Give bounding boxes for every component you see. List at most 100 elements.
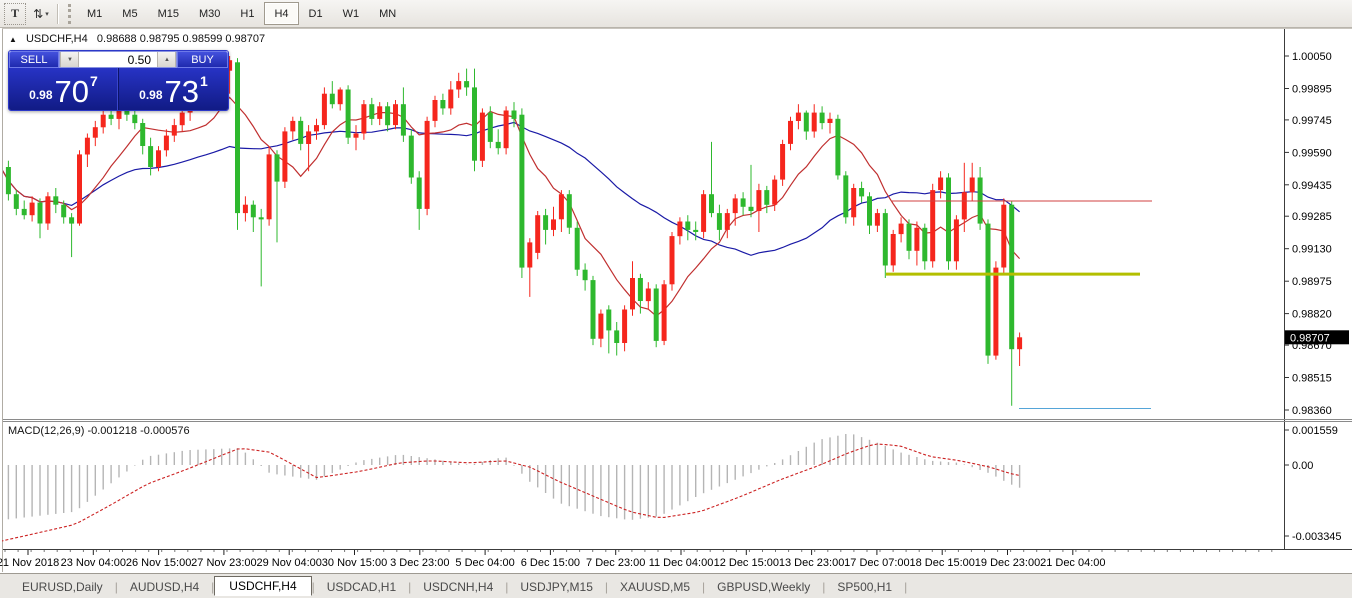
candle-body bbox=[693, 230, 698, 232]
time-tick-label: 19 Dec 23:00 bbox=[975, 557, 1040, 569]
candle-body bbox=[567, 194, 572, 228]
volume-stepper: ▼ ▲ bbox=[59, 51, 177, 68]
candle-body bbox=[322, 94, 327, 125]
candle-body bbox=[851, 188, 856, 217]
timeframe-button-d1[interactable]: D1 bbox=[299, 2, 333, 25]
chart-tab-usdcnh[interactable]: USDCNH,H4 bbox=[411, 578, 505, 596]
candle-body bbox=[6, 167, 11, 194]
candle-body bbox=[38, 203, 43, 224]
timeframe-button-w1[interactable]: W1 bbox=[333, 2, 370, 25]
tab-separator: | bbox=[904, 580, 907, 594]
candle-body bbox=[835, 119, 840, 176]
candle-body bbox=[859, 188, 864, 196]
candle-body bbox=[875, 213, 880, 226]
chart-tab-usdcad[interactable]: USDCAD,H1 bbox=[315, 578, 408, 596]
timeframe-button-m15[interactable]: M15 bbox=[148, 2, 189, 25]
price-tick-label: 0.99435 bbox=[1292, 180, 1332, 192]
mt4-terminal-window: T ⇅ ▾ M1M5M15M30H1H4D1W1MN 1.00050 0.9989… bbox=[0, 0, 1352, 598]
candle-body bbox=[504, 111, 509, 149]
sell-price-display[interactable]: 0.98 70 7 bbox=[9, 68, 118, 110]
timeframe-button-m5[interactable]: M5 bbox=[112, 2, 147, 25]
chart-title: ▲ USDCHF,H4 0.98688 0.98795 0.98599 0.98… bbox=[9, 33, 265, 45]
candle-body bbox=[654, 289, 659, 341]
timeframe-button-h1[interactable]: H1 bbox=[230, 2, 264, 25]
chart-tab-gbpusd[interactable]: GBPUSD,Weekly bbox=[705, 578, 822, 596]
price-tick-label: 0.98515 bbox=[1292, 373, 1332, 385]
price-tick-label: 0.99285 bbox=[1292, 211, 1332, 223]
candle-body bbox=[772, 180, 777, 205]
macd-axis-label: -0.003345 bbox=[1292, 531, 1342, 543]
one-click-trading-panel: SELL ▼ ▲ BUY 0.98 70 7 0.98 73 1 bbox=[8, 50, 229, 111]
volume-increase-button[interactable]: ▲ bbox=[157, 52, 176, 67]
candle-body bbox=[638, 278, 643, 301]
candle-body bbox=[883, 213, 888, 265]
time-tick-label: 11 Dec 04:00 bbox=[649, 557, 714, 569]
candle-body bbox=[140, 123, 145, 146]
volume-decrease-button[interactable]: ▼ bbox=[60, 52, 79, 67]
candle-body bbox=[812, 113, 817, 132]
buy-price-display[interactable]: 0.98 73 1 bbox=[118, 68, 228, 110]
sell-button[interactable]: SELL bbox=[9, 51, 59, 68]
price-tick-label: 0.99745 bbox=[1292, 115, 1332, 127]
candle-body bbox=[132, 115, 137, 123]
time-tick-label: 30 Nov 15:00 bbox=[322, 557, 387, 569]
candle-body bbox=[488, 113, 493, 142]
candle-body bbox=[764, 190, 769, 205]
candle-body bbox=[749, 207, 754, 211]
candle-body bbox=[361, 104, 366, 133]
toolbar-drag-handle[interactable] bbox=[68, 4, 71, 24]
timeframe-button-h4[interactable]: H4 bbox=[264, 2, 298, 25]
candle-body bbox=[148, 146, 153, 167]
time-tick-label: 7 Dec 23:00 bbox=[586, 557, 645, 569]
buy-button[interactable]: BUY bbox=[177, 51, 228, 68]
candle-body bbox=[725, 213, 730, 230]
price-tick-label: 1.00050 bbox=[1292, 51, 1332, 63]
collapse-triangle-icon[interactable]: ▲ bbox=[9, 35, 17, 44]
candle-body bbox=[551, 219, 556, 230]
candle-body bbox=[993, 268, 998, 356]
text-label-tool-button[interactable]: T bbox=[4, 3, 26, 25]
timeframe-button-m1[interactable]: M1 bbox=[77, 2, 112, 25]
candle-body bbox=[330, 94, 335, 105]
double-arrow-icon: ⇅ bbox=[33, 7, 43, 21]
cursor-tool-button[interactable]: ⇅ ▾ bbox=[30, 3, 52, 25]
chart-tab-eurusd[interactable]: EURUSD,Daily bbox=[10, 578, 115, 596]
candle-body bbox=[385, 106, 390, 125]
chart-tab-audusd[interactable]: AUDUSD,H4 bbox=[118, 578, 211, 596]
candle-body bbox=[662, 284, 667, 341]
candle-body bbox=[314, 125, 319, 131]
candle-body bbox=[670, 236, 675, 284]
candle-body bbox=[804, 113, 809, 132]
time-tick-label: 23 Nov 04:00 bbox=[61, 557, 126, 569]
volume-input[interactable] bbox=[79, 52, 157, 67]
chart-ohlc-values: 0.98688 0.98795 0.98599 0.98707 bbox=[97, 33, 265, 45]
price-tick-label: 0.98820 bbox=[1292, 309, 1332, 321]
chart-tab-sp500[interactable]: SP500,H1 bbox=[825, 578, 904, 596]
candle-body bbox=[646, 289, 651, 302]
candle-body bbox=[717, 213, 722, 230]
candle-body bbox=[69, 217, 74, 223]
chart-tab-usdjpy[interactable]: USDJPY,M15 bbox=[508, 578, 604, 596]
candle-body bbox=[472, 87, 477, 160]
candle-body bbox=[535, 215, 540, 253]
price-tick-label: 0.99130 bbox=[1292, 244, 1332, 256]
candle-body bbox=[101, 115, 106, 128]
candle-body bbox=[235, 62, 240, 213]
time-tick-label: 26 Nov 15:00 bbox=[126, 557, 191, 569]
time-tick-label: 13 Dec 23:00 bbox=[779, 557, 844, 569]
candle-body bbox=[512, 111, 517, 119]
timeframe-button-mn[interactable]: MN bbox=[369, 2, 406, 25]
candle-body bbox=[591, 280, 596, 339]
candle-body bbox=[1009, 205, 1014, 350]
price-tick-label: 0.99895 bbox=[1292, 84, 1332, 96]
sell-price-big-digits: 70 bbox=[55, 76, 89, 107]
candle-body bbox=[433, 100, 438, 121]
candle-body bbox=[891, 234, 896, 265]
toolbar-separator bbox=[57, 4, 59, 24]
candle-body bbox=[630, 278, 635, 309]
chart-tab-usdchf[interactable]: USDCHF,H4 bbox=[214, 576, 311, 596]
chart-tab-xauusd[interactable]: XAUUSD,M5 bbox=[608, 578, 702, 596]
timeframe-button-m30[interactable]: M30 bbox=[189, 2, 230, 25]
candle-body bbox=[788, 121, 793, 144]
candle-body bbox=[77, 154, 82, 223]
